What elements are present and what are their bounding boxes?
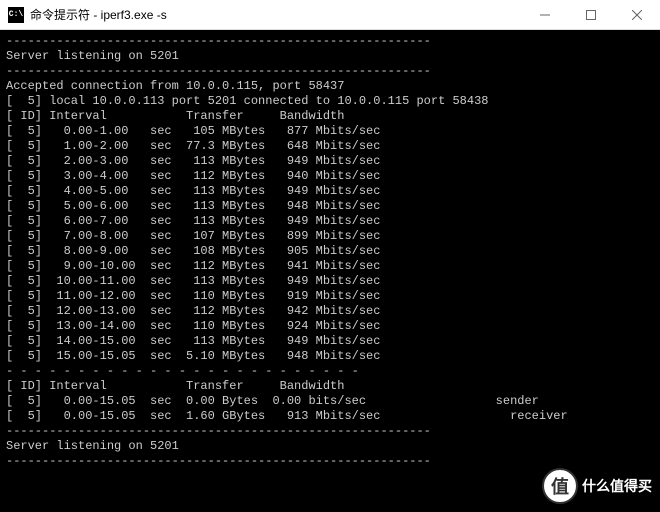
close-button[interactable]	[614, 0, 660, 29]
maximize-button[interactable]	[568, 0, 614, 29]
window: C:\ 命令提示符 - iperf3.exe -s --------------…	[0, 0, 660, 512]
minimize-icon	[540, 10, 550, 20]
terminal-output[interactable]: ----------------------------------------…	[0, 30, 660, 512]
maximize-icon	[586, 10, 596, 20]
window-title: 命令提示符 - iperf3.exe -s	[30, 6, 522, 23]
watermark-text: 什么值得买	[582, 476, 652, 496]
watermark: 值 什么值得买	[542, 468, 652, 504]
minimize-button[interactable]	[522, 0, 568, 29]
close-icon	[632, 10, 642, 20]
watermark-logo-icon: 值	[542, 468, 578, 504]
titlebar: C:\ 命令提示符 - iperf3.exe -s	[0, 0, 660, 30]
window-controls	[522, 0, 660, 29]
cmd-icon: C:\	[8, 7, 24, 23]
